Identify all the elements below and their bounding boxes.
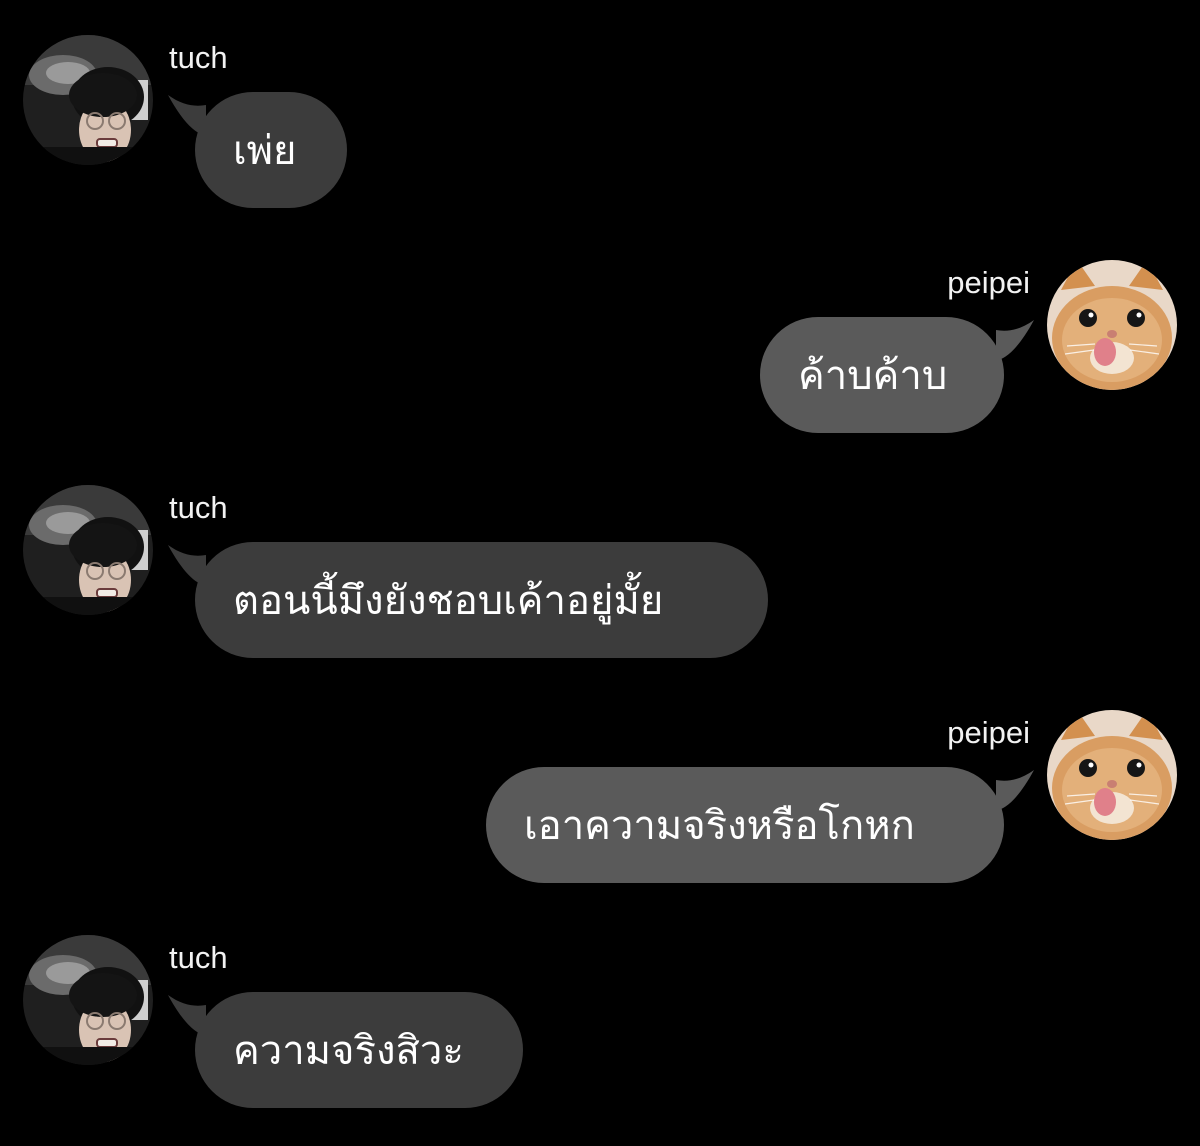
message-row: tuch ตอนนี้มึงยังชอบเค้าอยู่มั้ย xyxy=(0,485,1200,685)
message-bubble[interactable]: ความจริงสิวะ xyxy=(195,992,523,1108)
message-row: tuch ความจริงสิวะ xyxy=(0,935,1200,1135)
person-photo-avatar[interactable] xyxy=(23,485,153,615)
message-row: tuch เพ่ย xyxy=(0,35,1200,235)
message-bubble[interactable]: เอาความจริงหรือโกหก xyxy=(486,767,1004,883)
sender-name: tuch xyxy=(169,490,228,525)
sender-name: tuch xyxy=(169,940,228,975)
message-row: peipei ค้าบค้าบ xyxy=(0,260,1200,460)
cat-photo-avatar[interactable] xyxy=(1047,260,1177,390)
sender-name: peipei xyxy=(947,715,1030,750)
sender-name: peipei xyxy=(947,265,1030,300)
cat-photo-avatar[interactable] xyxy=(1047,710,1177,840)
message-bubble[interactable]: ค้าบค้าบ xyxy=(760,317,1004,433)
person-photo-avatar[interactable] xyxy=(23,935,153,1065)
message-bubble[interactable]: เพ่ย xyxy=(195,92,347,208)
message-bubble[interactable]: ตอนนี้มึงยังชอบเค้าอยู่มั้ย xyxy=(195,542,768,658)
person-photo-avatar[interactable] xyxy=(23,35,153,165)
message-row: peipei เอาความจริงหรือโกหก xyxy=(0,710,1200,910)
sender-name: tuch xyxy=(169,40,228,75)
